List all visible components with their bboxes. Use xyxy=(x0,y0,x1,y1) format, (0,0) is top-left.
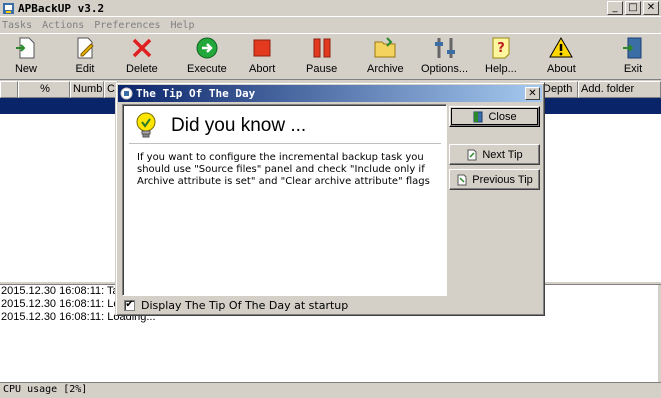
column-header-number[interactable]: Numb xyxy=(70,81,104,98)
warning-icon xyxy=(549,37,574,58)
svg-text:?: ? xyxy=(497,41,505,56)
new-button[interactable]: New xyxy=(14,36,38,78)
about-label: About xyxy=(547,63,576,75)
tip-panel: Did you know ... If you want to configur… xyxy=(122,104,447,296)
dialog-title-bar[interactable]: The Tip Of The Day ✕ xyxy=(118,85,542,102)
page-back-icon xyxy=(457,174,467,185)
next-tip-button[interactable]: Next Tip xyxy=(449,144,540,165)
column-header-depth[interactable]: Depth xyxy=(540,81,578,98)
column-header-percent[interactable]: % xyxy=(18,81,70,98)
edit-icon xyxy=(77,37,94,59)
pause-icon xyxy=(313,38,331,58)
close-button[interactable]: Close xyxy=(449,106,540,127)
menu-actions[interactable]: Actions xyxy=(42,20,84,31)
new-label: New xyxy=(14,63,37,75)
help-button[interactable]: ? Help... xyxy=(485,36,517,78)
column-header-select[interactable] xyxy=(0,81,18,98)
previous-tip-button[interactable]: Previous Tip xyxy=(449,169,540,190)
previous-tip-label: Previous Tip xyxy=(472,173,533,186)
startup-checkbox[interactable]: ✔ xyxy=(124,299,135,311)
startup-label: Display The Tip Of The Day at startup xyxy=(141,298,349,312)
menu-tasks[interactable]: Tasks xyxy=(2,20,32,31)
cpu-usage: CPU usage [2%] xyxy=(3,384,88,395)
menu-preferences[interactable]: Preferences xyxy=(94,20,160,31)
new-icon xyxy=(16,37,35,59)
dialog-close-icon[interactable]: ✕ xyxy=(525,87,540,100)
options-button[interactable]: Options... xyxy=(421,36,468,78)
window-title: APBackUP v3.2 xyxy=(18,1,105,15)
edit-label: Edit xyxy=(75,63,95,75)
stop-icon xyxy=(253,39,271,57)
close-window-button[interactable]: ✕ xyxy=(643,1,659,15)
maximize-button[interactable]: □ xyxy=(625,1,641,15)
edit-button[interactable]: Edit xyxy=(73,36,97,78)
help-label: Help... xyxy=(485,63,517,75)
minimize-button[interactable]: _ xyxy=(607,1,623,15)
abort-label: Abort xyxy=(249,63,276,75)
dialog-title: The Tip Of The Day xyxy=(136,87,256,100)
door-icon xyxy=(473,111,483,122)
close-label: Close xyxy=(488,110,517,123)
execute-icon xyxy=(196,37,218,59)
toolbar: New Edit Delete Execute Abort Pause Arch… xyxy=(0,33,661,80)
main-title-bar: APBackUP v3.2 _ □ ✕ xyxy=(0,0,661,17)
about-button[interactable]: About xyxy=(547,36,576,78)
options-label: Options... xyxy=(421,63,469,75)
status-bar: CPU usage [2%] xyxy=(0,382,661,398)
folder-icon xyxy=(374,37,396,58)
delete-button[interactable]: Delete xyxy=(126,36,158,78)
dialog-app-icon xyxy=(120,87,133,100)
abort-button[interactable]: Abort xyxy=(249,36,275,78)
delete-label: Delete xyxy=(126,63,158,75)
column-header-add-folder[interactable]: Add. folder xyxy=(578,81,661,98)
archive-button[interactable]: Archive xyxy=(367,36,404,78)
exit-icon xyxy=(623,37,642,59)
pause-label: Pause xyxy=(306,63,338,75)
tip-text: If you want to configure the incremental… xyxy=(137,152,430,187)
exit-label: Exit xyxy=(623,63,643,75)
exit-button[interactable]: Exit xyxy=(621,36,645,78)
menu-help[interactable]: Help xyxy=(171,20,195,31)
page-icon xyxy=(467,149,477,160)
lightbulb-icon xyxy=(136,112,156,138)
tip-divider xyxy=(129,143,441,144)
tools-icon xyxy=(434,38,455,58)
next-tip-label: Next Tip xyxy=(482,148,523,161)
startup-option[interactable]: ✔ Display The Tip Of The Day at startup xyxy=(124,298,348,312)
execute-label: Execute xyxy=(187,63,227,75)
delete-icon xyxy=(132,38,152,58)
pause-button[interactable]: Pause xyxy=(306,36,337,78)
tip-of-the-day-dialog: The Tip Of The Day ✕ Did you know ... If… xyxy=(115,82,545,316)
app-icon xyxy=(3,2,14,14)
archive-label: Archive xyxy=(367,63,404,75)
menu-bar: Tasks Actions Preferences Help xyxy=(0,17,661,33)
execute-button[interactable]: Execute xyxy=(187,36,227,78)
tip-heading: Did you know ... xyxy=(171,115,307,136)
help-icon: ? xyxy=(492,37,510,59)
